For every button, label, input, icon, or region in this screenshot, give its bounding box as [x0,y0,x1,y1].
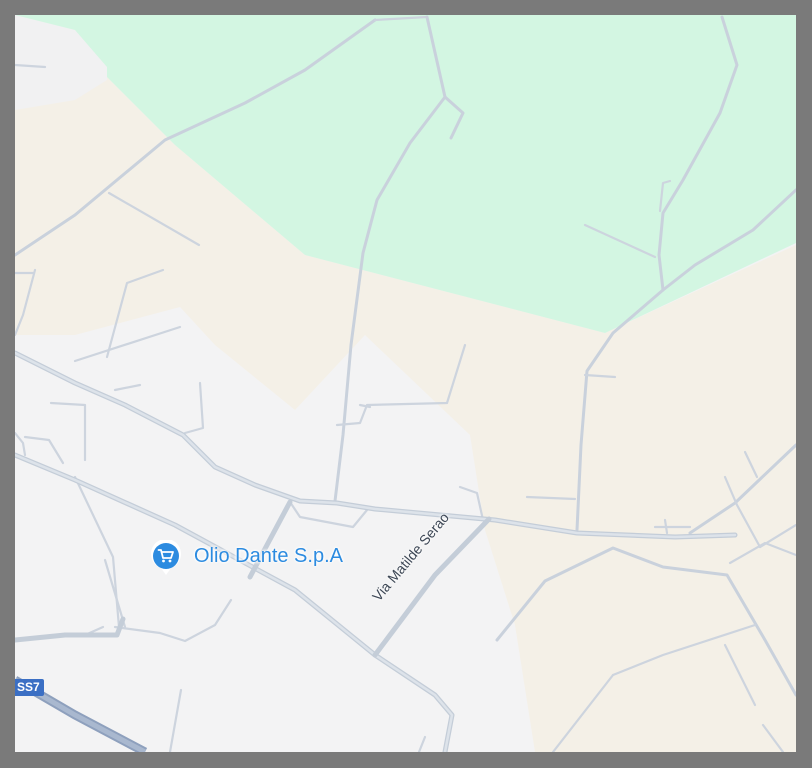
map-frame[interactable]: Olio Dante S.p.A Via Matilde Serao SS7 [15,15,796,752]
map-canvas[interactable] [15,15,796,752]
poi-label[interactable]: Olio Dante S.p.A [194,545,343,568]
route-shield-ss7: SS7 [15,679,44,696]
shopping-cart-icon [151,538,181,575]
poi-marker[interactable] [150,538,182,576]
